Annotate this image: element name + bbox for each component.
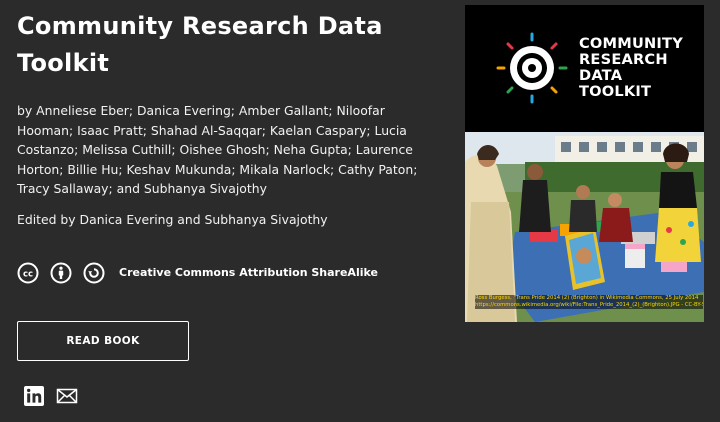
linkedin-icon[interactable] [23,385,45,407]
cover-logo-text: COMMUNITY RESEARCH DATA TOOLKIT [579,35,683,100]
share-links [23,385,78,407]
cover-photo-credit: Ross Burgess, "Trans Pride 2014 (2) (Bri… [475,295,703,309]
sharealike-icon [83,262,105,284]
book-cover[interactable]: COMMUNITY RESEARCH DATA TOOLKIT Ross Bur… [465,5,704,322]
read-book-button[interactable]: READ BOOK [17,321,189,361]
book-editors: Edited by Danica Evering and Subhanya Si… [17,211,328,227]
cover-photo [465,132,704,322]
book-info: Community Research Data Toolkit by Annel… [17,8,442,285]
book-title: Community Research Data Toolkit [17,12,383,77]
license-row: cc Creative Commons Attribution ShareAli… [17,261,442,285]
attribution-icon [50,262,72,284]
cover-header: COMMUNITY RESEARCH DATA TOOLKIT [465,5,704,132]
book-authors: by Anneliese Eber; Danica Evering; Amber… [17,103,418,197]
svg-text:cc: cc [23,269,33,279]
cc-icon: cc [17,262,39,284]
license-label[interactable]: Creative Commons Attribution ShareAlike [119,266,378,279]
email-icon[interactable] [56,385,78,407]
